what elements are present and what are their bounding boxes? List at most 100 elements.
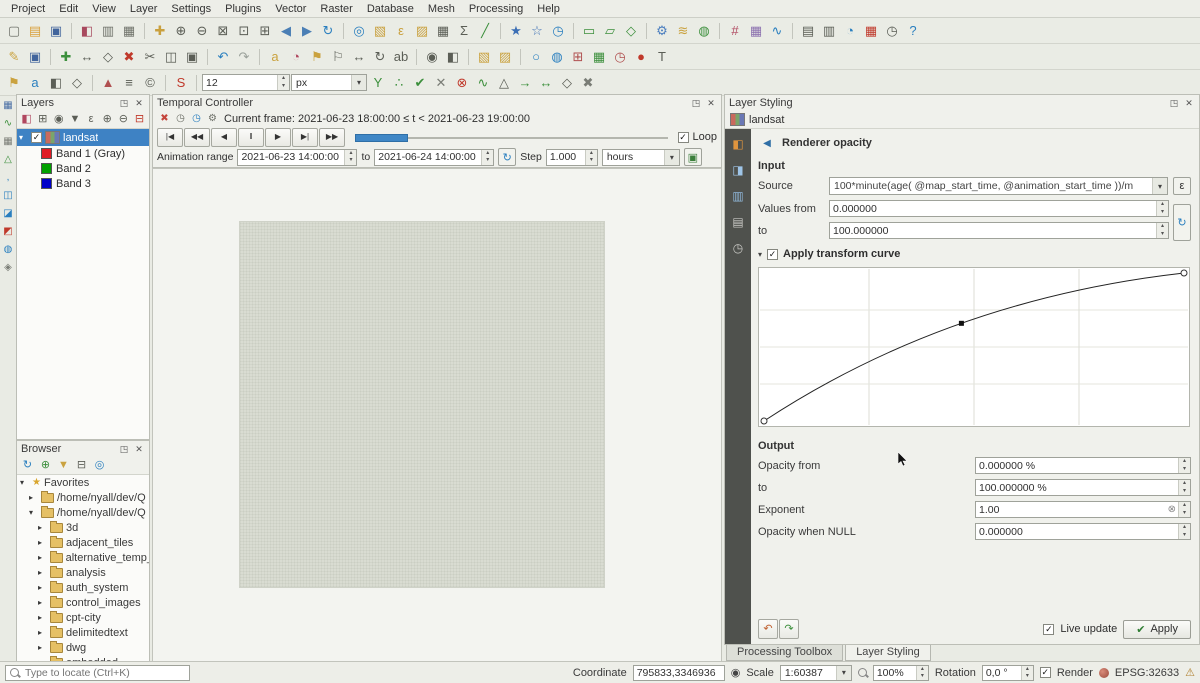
collapse-all-icon[interactable]: ⊖ [116, 112, 131, 128]
identify-features-icon[interactable]: ◎ [349, 21, 369, 41]
live-update-checkbox[interactable]: ✓ [1043, 624, 1054, 635]
open-project-icon[interactable]: ▤ [25, 21, 45, 41]
browser-item[interactable]: ▸alternative_temp_ [17, 550, 149, 565]
show-bookmarks-icon[interactable]: ☆ [527, 21, 547, 41]
source-expression-input[interactable]: 100*minute(age( @map_start_time, @animat… [829, 177, 1168, 195]
browser-item[interactable]: ▾★Favorites [17, 475, 149, 490]
vertex-symbol-tool-icon[interactable]: Y [368, 73, 388, 93]
pause-icon[interactable]: ‖ [238, 128, 264, 147]
locate-input[interactable] [23, 666, 185, 680]
data-source-manager-icon[interactable]: ▦ [1, 98, 16, 113]
geometry-validity-icon[interactable]: ✔ [410, 73, 430, 93]
data-plot-icon[interactable]: ◔ [840, 21, 860, 41]
arrow-tool-icon[interactable]: → [515, 73, 535, 93]
measure-line-icon[interactable]: ╱ [475, 21, 495, 41]
browser-item[interactable]: ▸analysis [17, 565, 149, 580]
layer-diagram-options-icon[interactable]: ◔ [286, 47, 306, 67]
unit-select[interactable]: px [291, 74, 367, 91]
zoom-next-icon[interactable]: ▶ [297, 21, 317, 41]
add-oracle-layer-icon[interactable]: ◩ [1, 224, 16, 239]
browser-item[interactable]: ▸auth_system [17, 580, 149, 595]
opacity-when-null-input[interactable]: 0.000000 [975, 523, 1191, 540]
disable-tool-icon[interactable]: ✕ [431, 73, 451, 93]
node-tool-icon[interactable]: ◇ [557, 73, 577, 93]
mesh-calculator-icon[interactable]: ▦ [589, 47, 609, 67]
filter-by-expression-icon[interactable]: ε [84, 112, 99, 128]
menu-settings[interactable]: Settings [164, 2, 218, 16]
rotate-label-icon[interactable]: ↻ [370, 47, 390, 67]
zoom-to-selection-icon[interactable]: ⊡ [234, 21, 254, 41]
expander-icon[interactable]: ▸ [38, 523, 47, 532]
temporal-navigation-off-icon[interactable]: ✖ [157, 112, 172, 126]
expander-icon[interactable]: ▸ [38, 613, 47, 622]
band-item[interactable]: Band 1 (Gray) [17, 146, 149, 161]
temporal-controller-panel-icon[interactable]: ◷ [548, 21, 568, 41]
undo-icon[interactable]: ↶ [213, 47, 233, 67]
timestamp-tool-icon[interactable]: ◷ [882, 21, 902, 41]
expander-icon[interactable]: ▸ [29, 493, 38, 502]
marker-tool-icon[interactable]: ● [631, 47, 651, 67]
float-panel-icon[interactable]: ◳ [118, 443, 130, 455]
histogram-tab-icon[interactable]: ▥ [729, 187, 747, 205]
vertex-tool-icon[interactable]: ◇ [98, 47, 118, 67]
filter-browser-icon[interactable]: ▼ [55, 458, 72, 474]
next-frame-icon[interactable]: ▶| [292, 128, 318, 147]
export-map-icon[interactable]: ▤ [798, 21, 818, 41]
grass-tools-icon[interactable]: ◍ [694, 21, 714, 41]
paste-features-icon[interactable]: ▣ [182, 47, 202, 67]
float-panel-icon[interactable]: ◳ [690, 97, 702, 109]
menu-project[interactable]: Project [4, 2, 52, 16]
undo-style-icon[interactable]: ↶ [758, 619, 778, 639]
raster-calculator-icon[interactable]: ▦ [746, 21, 766, 41]
expander-icon[interactable]: ▸ [38, 538, 47, 547]
select-by-expression-icon[interactable]: ε [391, 21, 411, 41]
toggle-editing-icon[interactable]: ✎ [4, 47, 24, 67]
locate-box[interactable] [5, 665, 190, 681]
metadata-tab-icon[interactable]: ▤ [729, 213, 747, 231]
menu-layer[interactable]: Layer [123, 2, 165, 16]
redo-icon[interactable]: ↷ [234, 47, 254, 67]
copy-features-icon[interactable]: ◫ [161, 47, 181, 67]
zoom-full-icon[interactable]: ⊠ [213, 21, 233, 41]
transparency-tab-icon[interactable]: ◨ [729, 161, 747, 179]
expander-icon[interactable]: ▾ [19, 133, 28, 142]
collapse-icon[interactable]: ▾ [758, 250, 762, 259]
layer-labeling-options-icon[interactable]: a [265, 47, 285, 67]
quickmapservices-icon[interactable]: ◍ [547, 47, 567, 67]
fast-forward-icon[interactable]: ▶▶ [319, 128, 345, 147]
float-panel-icon[interactable]: ◳ [1168, 97, 1180, 109]
expander-icon[interactable]: ▾ [20, 478, 29, 487]
zoom-out-icon[interactable]: ⊖ [192, 21, 212, 41]
band-item[interactable]: Band 2 [17, 161, 149, 176]
slider-handle[interactable] [355, 134, 408, 142]
menu-processing[interactable]: Processing [462, 2, 530, 16]
layout-manager-icon[interactable]: ▦ [119, 21, 139, 41]
plugin-builder-icon[interactable]: ⊞ [568, 47, 588, 67]
menu-raster[interactable]: Raster [313, 2, 359, 16]
expander-icon[interactable]: ▸ [38, 598, 47, 607]
transform-curve-plot[interactable] [758, 267, 1191, 430]
expander-icon[interactable]: ▸ [38, 553, 47, 562]
range-start-input[interactable]: 2021-06-23 14:00:00 [237, 149, 357, 166]
browser-item[interactable]: ▸/home/nyall/dev/Q [17, 490, 149, 505]
paint-effects-icon[interactable]: S [171, 73, 191, 93]
add-xyz-layer-icon[interactable]: ◈ [1, 260, 16, 275]
mouse-position-icon[interactable]: ◉ [731, 666, 741, 679]
fixed-range-mode-icon[interactable]: ◷ [173, 112, 188, 126]
field-calculator-icon[interactable]: Σ [454, 21, 474, 41]
float-panel-icon[interactable]: ◳ [118, 97, 130, 109]
browser-item[interactable]: ▸3d [17, 520, 149, 535]
topology-checker-icon[interactable]: ∴ [389, 73, 409, 93]
expander-icon[interactable]: ▸ [38, 628, 47, 637]
pin-labels-toolbar-icon[interactable]: ⚑ [4, 73, 24, 93]
north-arrow-decoration-icon[interactable]: ▲ [98, 73, 118, 93]
play-icon[interactable]: ▶ [265, 128, 291, 147]
expander-icon[interactable]: ▸ [38, 568, 47, 577]
new-print-layout-icon[interactable]: ▥ [98, 21, 118, 41]
highlight-labels-icon[interactable]: ⚐ [328, 47, 348, 67]
help-contents-icon[interactable]: ? [903, 21, 923, 41]
close-panel-icon[interactable]: ✕ [705, 97, 717, 109]
new-bookmark-icon[interactable]: ★ [506, 21, 526, 41]
zoom-last-icon[interactable]: ◀ [276, 21, 296, 41]
change-label-properties-icon[interactable]: ab [391, 47, 411, 67]
